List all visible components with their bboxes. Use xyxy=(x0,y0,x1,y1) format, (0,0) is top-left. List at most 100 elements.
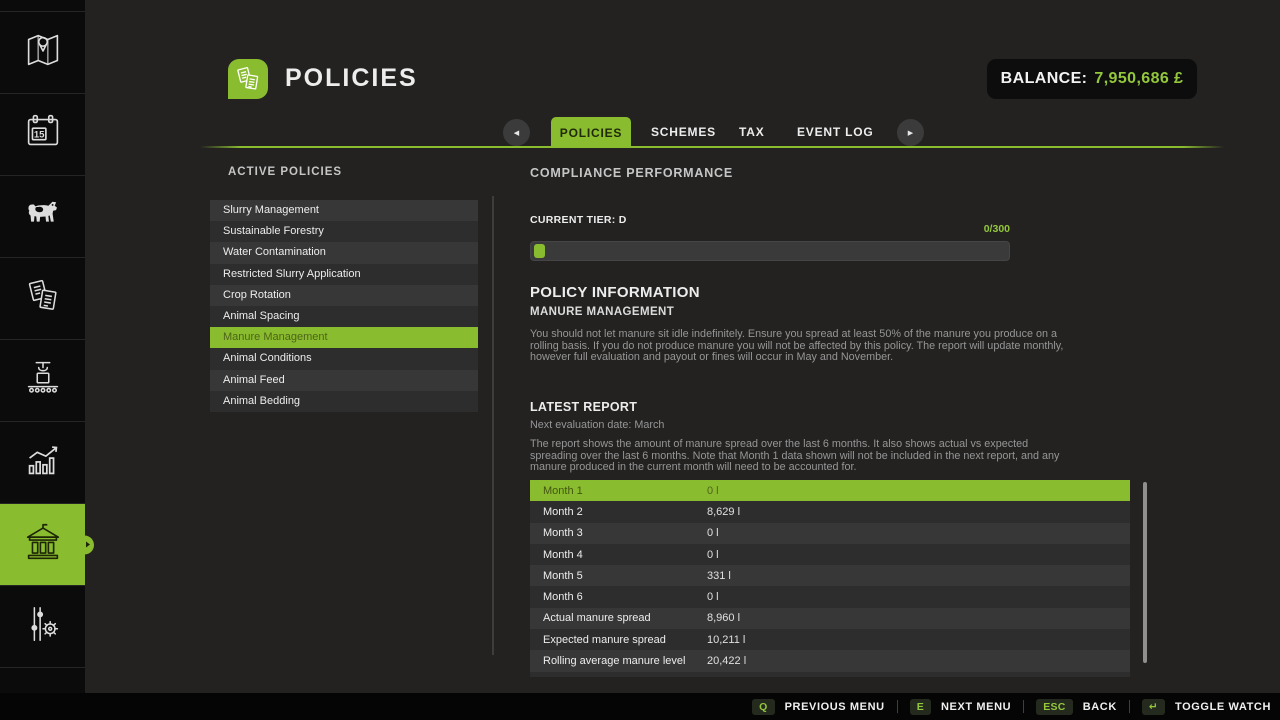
sidebar-item-settings[interactable] xyxy=(0,586,85,668)
row-label: Month 6 xyxy=(530,591,707,603)
row-value: 10,211 l xyxy=(707,634,745,646)
key-e: E xyxy=(910,699,931,715)
map-icon xyxy=(20,27,66,78)
row-label: Rating xyxy=(530,676,707,677)
report-description: The report shows the amount of manure sp… xyxy=(530,439,1070,474)
table-scrollbar[interactable] xyxy=(1143,482,1147,663)
hint-label: PREVIOUS MENU xyxy=(785,701,885,713)
tabs-prev-button[interactable]: ◀ xyxy=(503,119,530,146)
enter-key-icon: ↵ xyxy=(1142,699,1165,715)
row-label: Month 3 xyxy=(530,527,707,539)
compliance-progress-bar xyxy=(530,241,1010,261)
row-label: Month 4 xyxy=(530,549,707,561)
row-label: Month 2 xyxy=(530,506,707,518)
row-value: 0 xyxy=(707,676,713,677)
list-item[interactable]: Animal Feed xyxy=(210,370,478,391)
sidebar-item-partial-top xyxy=(0,0,85,12)
active-policies-heading: ACTIVE POLICIES xyxy=(228,166,342,178)
balance-display: BALANCE: 7,950,686 £ xyxy=(987,59,1197,99)
hint-label: NEXT MENU xyxy=(941,701,1011,713)
tab-tax[interactable]: TAX xyxy=(739,125,765,139)
list-scrollbar[interactable] xyxy=(492,196,494,655)
chevron-right-icon: ▶ xyxy=(908,129,913,137)
list-item[interactable]: Water Contamination xyxy=(210,242,478,263)
hint-next-menu[interactable]: E NEXT MENU xyxy=(910,699,1012,715)
tab-policies[interactable]: POLICIES xyxy=(551,117,631,148)
key-esc: ESC xyxy=(1036,699,1073,715)
row-label: Expected manure spread xyxy=(530,634,707,646)
policy-name: MANURE MANAGEMENT xyxy=(530,306,674,318)
policy-description: You should not let manure sit idle indef… xyxy=(530,329,1070,364)
sidebar-item-production[interactable] xyxy=(0,340,85,422)
list-item[interactable]: Sustainable Forestry xyxy=(210,221,478,242)
table-row[interactable]: Rolling average manure level 20,422 l xyxy=(530,650,1130,671)
row-value: 0 l xyxy=(707,591,719,603)
table-row[interactable]: Month 5 331 l xyxy=(530,565,1130,586)
sidebar-item-contracts[interactable] xyxy=(0,258,85,340)
table-row[interactable]: Expected manure spread 10,211 l xyxy=(530,629,1130,650)
bank-icon xyxy=(20,519,66,570)
row-value: 8,960 l xyxy=(707,612,740,624)
hint-label: TOGGLE WATCH xyxy=(1175,701,1271,713)
documents-icon xyxy=(20,273,66,324)
table-row-clipped[interactable]: Rating 0 xyxy=(530,672,1130,677)
list-item-selected[interactable]: Manure Management xyxy=(210,327,478,348)
policies-screen: 15 xyxy=(0,0,1280,720)
current-tier-label: CURRENT TIER: D xyxy=(530,214,627,226)
policy-information-heading: POLICY INFORMATION xyxy=(530,284,700,301)
chart-icon xyxy=(20,437,66,488)
sidebar-nav: 15 xyxy=(0,0,85,693)
separator xyxy=(1023,700,1024,713)
production-icon xyxy=(20,355,66,406)
compliance-progress-fill xyxy=(534,244,545,258)
list-item[interactable]: Crop Rotation xyxy=(210,285,478,306)
cow-icon xyxy=(20,191,66,242)
sidebar-item-animals[interactable] xyxy=(0,176,85,258)
page-title: POLICIES xyxy=(285,64,418,93)
hint-toggle-watch[interactable]: ↵ TOGGLE WATCH xyxy=(1142,699,1271,715)
tab-underline xyxy=(200,146,1224,148)
key-q: Q xyxy=(752,699,774,715)
row-label: Actual manure spread xyxy=(530,612,707,624)
separator xyxy=(1129,700,1130,713)
separator xyxy=(897,700,898,713)
settings-icon xyxy=(20,601,66,652)
policies-app-icon xyxy=(228,59,268,99)
active-policies-list: Slurry Management Sustainable Forestry W… xyxy=(210,200,478,412)
table-row[interactable]: Month 2 8,629 l xyxy=(530,501,1130,522)
list-item[interactable]: Slurry Management xyxy=(210,200,478,221)
hint-back[interactable]: ESC BACK xyxy=(1036,699,1117,715)
chevron-left-icon: ◀ xyxy=(514,129,519,137)
report-table: Month 1 0 l Month 2 8,629 l Month 3 0 l … xyxy=(530,480,1130,677)
hint-label: BACK xyxy=(1083,701,1117,713)
list-item[interactable]: Animal Conditions xyxy=(210,348,478,369)
svg-text:15: 15 xyxy=(33,130,44,141)
sidebar-item-map[interactable] xyxy=(0,12,85,94)
tab-schemes[interactable]: SCHEMES xyxy=(651,125,716,139)
balance-value: 7,950,686 £ xyxy=(1094,70,1183,88)
tabs-next-button[interactable]: ▶ xyxy=(897,119,924,146)
sidebar-item-calendar[interactable]: 15 xyxy=(0,94,85,176)
row-value: 0 l xyxy=(707,527,719,539)
table-row[interactable]: Month 3 0 l xyxy=(530,523,1130,544)
compliance-score: 0/300 xyxy=(860,223,1010,235)
balance-label: BALANCE: xyxy=(1001,70,1088,88)
calendar-icon: 15 xyxy=(20,109,66,160)
hint-previous-menu[interactable]: Q PREVIOUS MENU xyxy=(752,699,885,715)
list-item[interactable]: Restricted Slurry Application xyxy=(210,264,478,285)
table-row[interactable]: Month 6 0 l xyxy=(530,586,1130,607)
table-row[interactable]: Month 1 0 l xyxy=(530,480,1130,501)
sidebar-item-policies[interactable] xyxy=(0,504,85,586)
row-value: 20,422 l xyxy=(707,655,746,667)
table-row[interactable]: Actual manure spread 8,960 l xyxy=(530,608,1130,629)
list-item[interactable]: Animal Spacing xyxy=(210,306,478,327)
row-value: 0 l xyxy=(707,485,719,497)
next-evaluation-date: Next evaluation date: March xyxy=(530,419,664,431)
row-label: Month 5 xyxy=(530,570,707,582)
active-tab-pointer xyxy=(75,535,94,554)
sidebar-item-statistics[interactable] xyxy=(0,422,85,504)
tab-event-log[interactable]: EVENT LOG xyxy=(797,125,874,139)
list-item[interactable]: Animal Bedding xyxy=(210,391,478,412)
table-row[interactable]: Month 4 0 l xyxy=(530,544,1130,565)
row-label: Rolling average manure level xyxy=(530,655,707,667)
